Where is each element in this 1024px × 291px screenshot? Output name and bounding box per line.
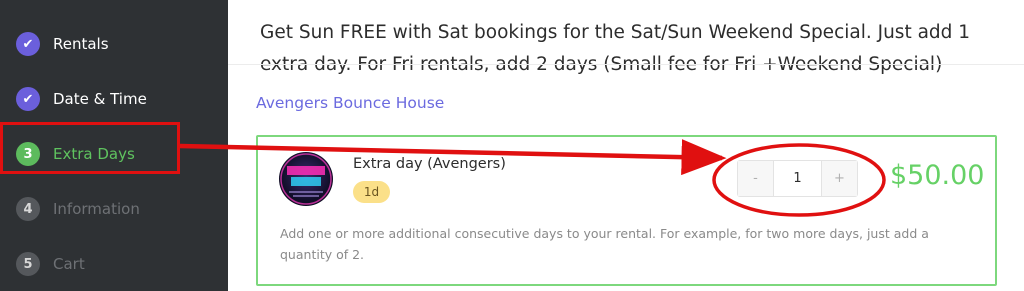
decrement-button[interactable]: - xyxy=(738,161,773,196)
item-price: $50.00 xyxy=(890,160,985,191)
item-name: Extra day (Avengers) xyxy=(353,156,506,172)
check-icon: ✔ xyxy=(16,87,40,111)
promo-text: Get Sun FREE with Sat bookings for the S… xyxy=(260,22,971,75)
annotation-highlight-box xyxy=(0,122,180,174)
duration-badge: 1d xyxy=(353,181,390,203)
sidebar-step-date-time[interactable]: ✔ Date & Time xyxy=(16,85,147,113)
sidebar-step-label: Cart xyxy=(53,255,85,273)
sidebar-step-label: Information xyxy=(53,200,140,218)
sidebar-step-rentals[interactable]: ✔ Rentals xyxy=(16,30,109,58)
check-icon: ✔ xyxy=(16,32,40,56)
step-number-badge: 4 xyxy=(16,197,40,221)
sidebar-step-label: Date & Time xyxy=(53,90,147,108)
extend-day-thumbnail xyxy=(279,152,333,206)
sidebar-step-information[interactable]: 4 Information xyxy=(16,195,140,223)
product-title: Avengers Bounce House xyxy=(256,94,445,112)
sidebar-step-label: Rentals xyxy=(53,35,109,53)
sidebar-step-cart[interactable]: 5 Cart xyxy=(16,250,85,278)
quantity-input[interactable]: 1 xyxy=(773,161,822,196)
main-content: Get Sun FREE with Sat bookings for the S… xyxy=(228,0,1024,291)
step-number-badge: 5 xyxy=(16,252,40,276)
extra-day-card: Extra day (Avengers) 1d - 1 + $50.00 Add… xyxy=(256,135,997,286)
divider xyxy=(228,64,1024,65)
extend-day-image xyxy=(280,153,332,205)
quantity-stepper[interactable]: - 1 + xyxy=(737,160,858,197)
increment-button[interactable]: + xyxy=(822,161,857,196)
item-description: Add one or more additional consecutive d… xyxy=(280,226,929,262)
